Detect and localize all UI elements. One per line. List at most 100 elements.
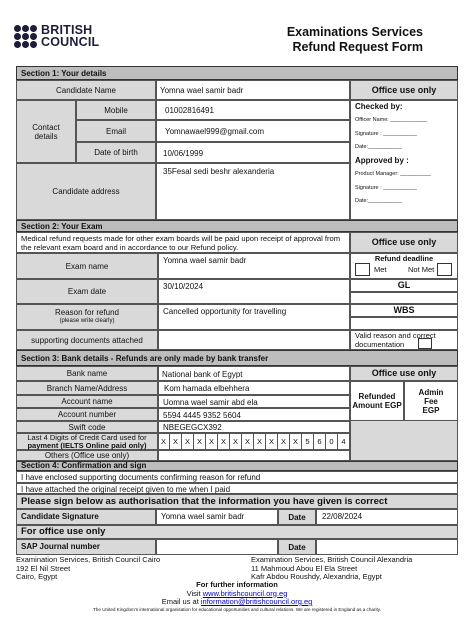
mobile-field[interactable]: 01002816491 <box>156 100 350 120</box>
branch-label: Branch Name/Address <box>16 381 158 395</box>
product-manager-line: Product Manager: __________ <box>355 171 431 177</box>
exam-name-label: Exam name <box>16 253 158 279</box>
card-digit: X <box>182 433 194 450</box>
others-field[interactable] <box>158 450 350 461</box>
exam-name-field[interactable]: Yomna wael samir badr <box>158 253 350 279</box>
checked-by-label: Checked by: <box>355 102 403 111</box>
branch-field[interactable]: Kom hamada elbehhera <box>158 381 350 395</box>
gl-label: GL <box>350 279 458 292</box>
office-use-header-3: Office use only <box>350 366 458 381</box>
refund-deadline-cell: Refund deadline Met Not Met <box>350 253 458 279</box>
bank-name-label: Bank name <box>16 366 158 381</box>
card-digits-row: X X X X X X X X X X X X 5 6 0 4 <box>158 433 350 450</box>
card-digit: X <box>290 433 302 450</box>
account-number-label: Account number <box>16 408 158 421</box>
wbs-field[interactable] <box>350 317 458 330</box>
further-info: For further information Visit www.britis… <box>0 580 474 607</box>
account-name-field[interactable]: Uomna wael samir abd ela <box>158 395 350 408</box>
reason-sublabel: (please write clearly) <box>59 318 115 324</box>
card-digit: X <box>230 433 242 450</box>
reason-label-text: Reason for refund <box>54 308 120 317</box>
sap-date-label: Date <box>278 539 316 555</box>
approved-by-label: Approved by : <box>355 156 409 165</box>
signature-date-field[interactable]: 22/08/2024 <box>316 509 458 525</box>
exam-date-field[interactable]: 30/10/2024 <box>158 279 350 304</box>
card-digit: 5 <box>302 433 314 450</box>
signature-date-label: Date <box>278 509 316 525</box>
candidate-address-label: Candidate address <box>16 163 156 220</box>
refund-deadline-label: Refund deadline <box>374 254 434 263</box>
section-1-header: Section 1: Your details <box>16 66 458 80</box>
contact-details-label: Contact details <box>16 100 76 163</box>
card-digit: X <box>242 433 254 450</box>
wbs-label: WBS <box>350 304 458 317</box>
candidate-signature-field[interactable]: Yomna wael samir badr <box>156 509 278 525</box>
sap-journal-field[interactable] <box>156 539 278 555</box>
supporting-docs-field[interactable] <box>158 330 350 350</box>
card-digit: X <box>158 433 170 450</box>
reason-field[interactable]: Cancelled opportunity for travelling <box>158 304 350 330</box>
gl-field[interactable] <box>350 292 458 304</box>
met-checkbox[interactable] <box>355 263 370 276</box>
logo-wordmark: BRITISH COUNCIL <box>41 24 100 49</box>
email-link[interactable]: information@britishcouncil.org.eg <box>201 597 312 606</box>
date-line: Date:___________ <box>355 144 402 150</box>
confirm-line-1: I have enclosed supporting documents con… <box>16 471 458 483</box>
not-met-label: Not Met <box>408 265 435 274</box>
section-2-header: Section 2: Your Exam <box>16 220 458 232</box>
reason-label: Reason for refund (please write clearly) <box>16 304 158 330</box>
email-field[interactable]: Yomnawael999@gmail.com <box>156 120 350 142</box>
footer-tagline: The United Kingdom's international organ… <box>93 607 381 612</box>
card-digits-label: Last 4 Digits of Credit Card used for pa… <box>16 433 158 450</box>
candidate-address-field[interactable]: 35Fesal sedi beshr alexanderia <box>156 163 350 220</box>
account-number-field[interactable]: 5594 4445 9352 5604 <box>158 408 350 421</box>
refunded-amount-label: Refunded Amount EGP <box>350 381 404 421</box>
dob-field[interactable]: 10/06/1999 <box>156 142 350 163</box>
sap-date-field[interactable] <box>316 539 458 555</box>
others-label: Others (Office use only) <box>16 450 158 461</box>
section-3-header: Section 3: Bank details - Refunds are on… <box>16 350 458 366</box>
title-line-1: Examinations Services <box>286 25 423 39</box>
dob-label: Date of birth <box>76 142 156 163</box>
card-digit: X <box>278 433 290 450</box>
account-name-label: Account name <box>16 395 158 408</box>
cairo-address: Examination Services, British Council Ca… <box>16 555 160 582</box>
office-use-footer-header: For office use only <box>16 525 458 539</box>
supporting-docs-label: supporting documents attached <box>16 330 158 350</box>
office-use-panel-1: Checked by: Officer Name: ____________ S… <box>350 100 458 220</box>
british-council-logo-icon <box>14 25 38 49</box>
card-digit: X <box>194 433 206 450</box>
officer-name-line: Officer Name: ____________ <box>355 117 428 123</box>
card-digit: X <box>254 433 266 450</box>
card-digit: X <box>206 433 218 450</box>
valid-reason-cell: Valid reason and correct documentation <box>350 330 458 350</box>
not-met-checkbox[interactable] <box>437 263 452 276</box>
exam-date-label: Exam date <box>16 279 158 304</box>
section-4-header: Section 4: Confirmation and sign <box>16 461 458 471</box>
date-line-2: Date:___________ <box>355 198 402 204</box>
confirm-line-2: I have attached the original receipt giv… <box>16 483 458 494</box>
logo-line-2: COUNCIL <box>41 35 100 49</box>
card-digit: X <box>170 433 182 450</box>
swift-code-field[interactable]: NBEGEGCX392 <box>158 421 350 433</box>
authorisation-notice: Please sign below as authorisation that … <box>16 494 458 509</box>
medical-refund-notice: Medical refund requests made for other e… <box>16 232 350 253</box>
card-label-line-2: payment (IELTS Online paid only) <box>27 440 147 450</box>
office-use-header-2: Office use only <box>350 232 458 253</box>
sap-journal-label: SAP Journal number <box>16 539 156 555</box>
met-label: Met <box>374 265 387 274</box>
signature-line: Signature : ___________ <box>355 131 417 137</box>
contact-label-2: details <box>34 131 58 141</box>
candidate-name-field[interactable]: Yomna wael samir badr <box>156 80 350 100</box>
bank-name-field[interactable]: National bank of Egypt <box>158 366 350 381</box>
page-title: Examinations Services Refund Request For… <box>287 25 423 55</box>
office-use-header-1: Office use only <box>350 80 458 100</box>
signature-line-2: Signature : ___________ <box>355 185 417 191</box>
card-digit: X <box>266 433 278 450</box>
card-digit: 0 <box>326 433 338 450</box>
email-label: Email <box>76 120 156 142</box>
swift-code-label: Swift code <box>16 421 158 433</box>
card-digit: X <box>218 433 230 450</box>
alexandria-address: Examination Services, British Council Al… <box>251 555 412 582</box>
valid-reason-checkbox[interactable] <box>418 338 432 349</box>
